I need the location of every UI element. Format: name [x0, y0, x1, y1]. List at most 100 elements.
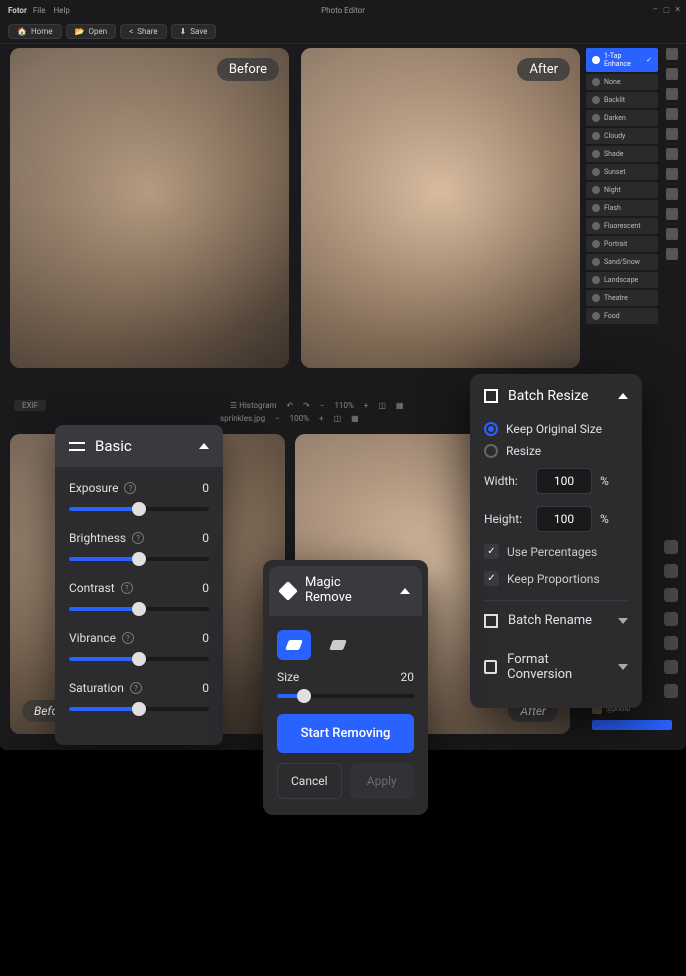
tool-icon[interactable] [666, 148, 678, 160]
effect-none[interactable]: None [586, 74, 658, 90]
info-icon[interactable]: ? [124, 482, 136, 494]
redo-icon[interactable]: ↷ [303, 401, 310, 410]
cancel-button[interactable]: Cancel [277, 763, 342, 799]
effect-sunset[interactable]: Sunset [586, 164, 658, 180]
keep-original-radio[interactable]: Keep Original Size [484, 418, 628, 440]
compare-icon[interactable]: ◫ [334, 414, 342, 423]
brightness-slider[interactable] [69, 557, 209, 561]
tool-icon[interactable] [666, 128, 678, 140]
menu-file[interactable]: File [33, 6, 46, 15]
tool-icon[interactable] [666, 88, 678, 100]
basic-panel-header[interactable]: Basic [55, 425, 223, 467]
effect-fluorescent[interactable]: Fluorescent [586, 218, 658, 234]
layer-active-bar[interactable] [592, 720, 672, 730]
slider-thumb[interactable] [132, 602, 146, 616]
tool-icon[interactable] [664, 540, 678, 554]
zoom-out-icon[interactable]: − [320, 401, 325, 410]
tool-icon[interactable] [666, 48, 678, 60]
tool-icon[interactable] [664, 588, 678, 602]
slider-thumb[interactable] [297, 689, 311, 703]
adjustment-value: 0 [202, 581, 209, 595]
window-title: Photo Editor [321, 6, 365, 15]
adjustment-label: Saturation [69, 681, 124, 695]
batch-rename-section[interactable]: Batch Rename [484, 600, 628, 640]
minimize-icon[interactable]: − [653, 5, 658, 16]
checkbox-icon: ✓ [484, 571, 499, 586]
exif-button[interactable]: EXIF [14, 400, 46, 411]
adjustment-exposure: Exposure?0 [69, 481, 209, 511]
info-icon[interactable]: ? [130, 682, 142, 694]
adjustment-value: 0 [202, 481, 209, 495]
size-slider[interactable] [277, 694, 414, 698]
height-unit: % [600, 512, 609, 526]
brush-tool-button[interactable] [277, 630, 311, 660]
slider-thumb[interactable] [132, 552, 146, 566]
tool-icon[interactable] [666, 248, 678, 260]
share-button[interactable]: < Share [120, 24, 166, 39]
tool-icon[interactable] [666, 188, 678, 200]
format-conversion-section[interactable]: Format Conversion [484, 648, 628, 694]
exposure-slider[interactable] [69, 507, 209, 511]
info-icon[interactable]: ? [132, 532, 144, 544]
close-icon[interactable]: × [675, 5, 680, 16]
info-icon[interactable]: ? [122, 632, 134, 644]
adjustment-value: 0 [202, 681, 209, 695]
saturation-slider[interactable] [69, 707, 209, 711]
tool-icon[interactable] [666, 108, 678, 120]
effect-portrait[interactable]: Portrait [586, 236, 658, 252]
info-icon[interactable]: ? [121, 582, 133, 594]
brush-icon [285, 640, 303, 650]
zoom-out-icon[interactable]: − [275, 414, 280, 423]
grid-icon[interactable]: ▦ [396, 401, 404, 410]
before-image: Before [10, 48, 289, 368]
effect-darken[interactable]: Darken [586, 110, 658, 126]
effect-landscape[interactable]: Landscape [586, 272, 658, 288]
effect-shade[interactable]: Shade [586, 146, 658, 162]
eraser-tool-button[interactable] [321, 630, 355, 660]
compare-icon[interactable]: ◫ [378, 401, 386, 410]
slider-thumb[interactable] [132, 502, 146, 516]
apply-button[interactable]: Apply [350, 763, 415, 799]
tool-icon[interactable] [664, 564, 678, 578]
menu-help[interactable]: Help [53, 6, 69, 15]
open-button[interactable]: 📂 Open [66, 24, 117, 39]
height-input[interactable]: 100 [536, 506, 592, 532]
effect-1tap-enhance[interactable]: 1-Tap Enhance✓ [586, 48, 658, 72]
batch-panel-header[interactable]: Batch Resize [484, 374, 628, 418]
slider-thumb[interactable] [132, 702, 146, 716]
vibrance-slider[interactable] [69, 657, 209, 661]
adjustment-label: Vibrance [69, 631, 116, 645]
portrait-icon [592, 240, 600, 248]
tool-icon[interactable] [664, 612, 678, 626]
home-button[interactable]: 🏠 Home [8, 24, 62, 39]
effect-cloudy[interactable]: Cloudy [586, 128, 658, 144]
effect-sandsnow[interactable]: Sand/Snow [586, 254, 658, 270]
tool-icon[interactable] [666, 68, 678, 80]
effect-flash[interactable]: Flash [586, 200, 658, 216]
effect-night[interactable]: Night [586, 182, 658, 198]
width-unit: % [600, 474, 609, 488]
start-removing-button[interactable]: Start Removing [277, 714, 414, 753]
resize-radio[interactable]: Resize [484, 440, 628, 462]
contrast-slider[interactable] [69, 607, 209, 611]
slider-thumb[interactable] [132, 652, 146, 666]
histogram-toggle[interactable]: ☰ Histogram [230, 401, 276, 410]
width-input[interactable]: 100 [536, 468, 592, 494]
effect-theatre[interactable]: Theatre [586, 290, 658, 306]
tool-icon[interactable] [666, 228, 678, 240]
maximize-icon[interactable]: □ [664, 5, 669, 16]
zoom-in-icon[interactable]: + [319, 414, 324, 423]
undo-icon[interactable]: ↶ [286, 401, 293, 410]
save-button[interactable]: ⬇ Save [171, 24, 217, 39]
tool-icon[interactable] [666, 208, 678, 220]
tool-icon[interactable] [666, 168, 678, 180]
adjustment-value: 0 [202, 531, 209, 545]
magic-panel-header[interactable]: MagicRemove [269, 566, 422, 616]
keep-proportions-checkbox[interactable]: ✓ Keep Proportions [484, 565, 628, 592]
effect-backlit[interactable]: Backlit [586, 92, 658, 108]
adjustment-label: Contrast [69, 581, 115, 595]
zoom-in-icon[interactable]: + [364, 401, 369, 410]
effect-food[interactable]: Food [586, 308, 658, 324]
use-percentages-checkbox[interactable]: ✓ Use Percentages [484, 538, 628, 565]
grid-icon[interactable]: ▦ [351, 414, 359, 423]
